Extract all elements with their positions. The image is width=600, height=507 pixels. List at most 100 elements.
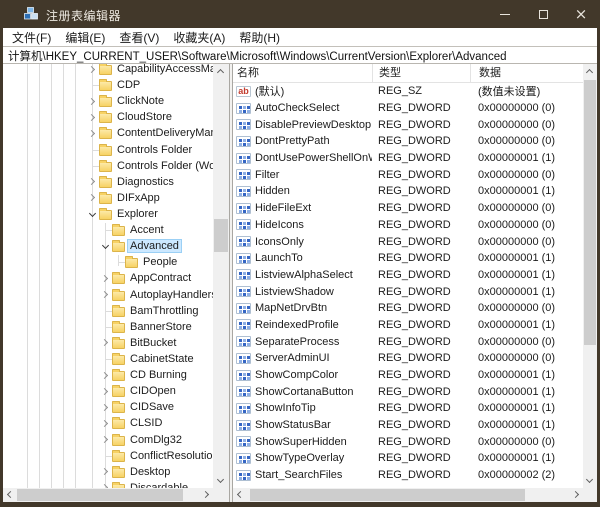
tree-item-comdlg32[interactable]: ComDlg32 xyxy=(3,432,213,448)
tree-item-advanced[interactable]: Advanced xyxy=(3,238,213,254)
registry-value-row-showsuperhidden[interactable]: ShowSuperHiddenREG_DWORD0x00000000 (0) xyxy=(233,433,583,450)
chevron-right-icon[interactable] xyxy=(86,95,99,108)
tree-item-controls-folder-wo[interactable]: Controls Folder (Wo xyxy=(3,158,213,174)
column-header-name[interactable]: 名称 xyxy=(233,64,372,82)
menu-favorites[interactable]: 收藏夹(A) xyxy=(166,28,232,46)
chevron-right-icon[interactable] xyxy=(86,64,99,76)
menubar: 文件(F) 编辑(E) 查看(V) 收藏夹(A) 帮助(H) xyxy=(3,28,597,47)
column-header-data[interactable]: 数据 xyxy=(470,64,583,82)
tree-panel: CapabilityAccessManCDPClickNote CloudStor… xyxy=(3,64,229,502)
registry-value-row-launchto[interactable]: LaunchToREG_DWORD0x00000001 (1) xyxy=(233,250,583,267)
tree-item-discardable[interactable]: Discardable xyxy=(3,480,213,488)
maximize-button[interactable] xyxy=(524,0,562,28)
tree-vscroll-thumb[interactable] xyxy=(214,219,228,252)
value-type: REG_DWORD xyxy=(372,169,470,181)
tree-item-accent[interactable]: Accent xyxy=(3,222,213,238)
registry-value-row-listviewshadow[interactable]: ListviewShadowREG_DWORD0x00000001 (1) xyxy=(233,283,583,300)
registry-value-row-filter[interactable]: FilterREG_DWORD0x00000000 (0) xyxy=(233,166,583,183)
registry-value-row-iconsonly[interactable]: IconsOnlyREG_DWORD0x00000000 (0) xyxy=(233,233,583,250)
chevron-right-icon[interactable] xyxy=(99,401,112,414)
tree-item-cdp[interactable]: CDP xyxy=(3,77,213,93)
registry-value-row-mapnetdrvbtn[interactable]: MapNetDrvBtnREG_DWORD0x00000000 (0) xyxy=(233,300,583,317)
chevron-right-icon[interactable] xyxy=(99,272,112,285)
tree-connector xyxy=(99,320,112,333)
registry-value-row-autocheckselect[interactable]: AutoCheckSelectREG_DWORD0x00000000 (0) xyxy=(233,100,583,117)
tree-item-difxapp[interactable]: DIFxApp xyxy=(3,190,213,206)
registry-value-row-showtypeoverlay[interactable]: ShowTypeOverlayREG_DWORD0x00000001 (1) xyxy=(233,450,583,467)
chevron-right-icon[interactable] xyxy=(99,417,112,430)
tree-item-cidopen[interactable]: CIDOpen xyxy=(3,383,213,399)
chevron-down-icon[interactable] xyxy=(86,208,99,221)
chevron-right-icon[interactable] xyxy=(86,127,99,140)
registry-value-row-showstatusbar[interactable]: ShowStatusBarREG_DWORD0x00000001 (1) xyxy=(233,417,583,434)
chevron-right-icon[interactable] xyxy=(99,433,112,446)
list-hscroll-thumb[interactable] xyxy=(250,489,525,501)
registry-value-row-showinfotip[interactable]: ShowInfoTipREG_DWORD0x00000001 (1) xyxy=(233,400,583,417)
registry-value-row-showcompcolor[interactable]: ShowCompColorREG_DWORD0x00000001 (1) xyxy=(233,367,583,384)
tree-item-capabilityaccessman[interactable]: CapabilityAccessMan xyxy=(3,64,213,77)
minimize-button[interactable] xyxy=(486,0,524,28)
registry-value-row-hidden[interactable]: HiddenREG_DWORD0x00000001 (1) xyxy=(233,183,583,200)
registry-value-row-hidefileext[interactable]: HideFileExtREG_DWORD0x00000000 (0) xyxy=(233,200,583,217)
tree-vertical-scrollbar[interactable] xyxy=(213,64,229,488)
registry-path-input[interactable] xyxy=(3,48,597,64)
chevron-right-icon[interactable] xyxy=(99,336,112,349)
tree-item-cidsave[interactable]: CIDSave xyxy=(3,399,213,415)
tree-item-contentdeliveryman[interactable]: ContentDeliveryMan xyxy=(3,125,213,141)
tree-item-bamthrottling[interactable]: BamThrottling xyxy=(3,303,213,319)
folder-icon xyxy=(112,339,125,349)
registry-value-row-listviewalphaselect[interactable]: ListviewAlphaSelectREG_DWORD0x00000001 (… xyxy=(233,267,583,284)
menu-file[interactable]: 文件(F) xyxy=(5,28,58,46)
tree-item-explorer[interactable]: Explorer xyxy=(3,206,213,222)
chevron-right-icon[interactable] xyxy=(86,111,99,124)
chevron-down-icon[interactable] xyxy=(99,240,112,253)
chevron-right-icon[interactable] xyxy=(86,191,99,204)
tree-item-clsid[interactable]: CLSID xyxy=(3,415,213,431)
tree-item-bitbucket[interactable]: BitBucket xyxy=(3,335,213,351)
chevron-right-icon[interactable] xyxy=(99,385,112,398)
registry-value-row-hideicons[interactable]: HideIconsREG_DWORD0x00000000 (0) xyxy=(233,217,583,234)
chevron-right-icon[interactable] xyxy=(86,175,99,188)
tree-item-cabinetstate[interactable]: CabinetState xyxy=(3,351,213,367)
chevron-right-icon[interactable] xyxy=(99,288,112,301)
registry-value-row-showcortanabutton[interactable]: ShowCortanaButtonREG_DWORD0x00000001 (1) xyxy=(233,383,583,400)
registry-value-row-separateprocess[interactable]: SeparateProcessREG_DWORD0x00000000 (0) xyxy=(233,333,583,350)
registry-value-row-serveradminui[interactable]: ServerAdminUIREG_DWORD0x00000000 (0) xyxy=(233,350,583,367)
tree-item-people[interactable]: People xyxy=(3,254,213,270)
dword-value-icon xyxy=(236,370,251,381)
column-header-type[interactable]: 类型 xyxy=(372,64,470,82)
registry-value-row-dontprettypath[interactable]: DontPrettyPathREG_DWORD0x00000000 (0) xyxy=(233,133,583,150)
list-horizontal-scrollbar[interactable] xyxy=(233,488,583,502)
registry-value-row-disablepreviewdesktop[interactable]: DisablePreviewDesktopREG_DWORD0x00000000… xyxy=(233,116,583,133)
tree-item-autoplayhandlers[interactable]: AutoplayHandlers xyxy=(3,287,213,303)
tree-item-controls-folder[interactable]: Controls Folder xyxy=(3,142,213,158)
menu-edit[interactable]: 编辑(E) xyxy=(58,28,112,46)
chevron-right-icon[interactable] xyxy=(99,369,112,382)
tree-horizontal-scrollbar[interactable] xyxy=(3,488,213,502)
tree-item-label: CloudStore xyxy=(115,111,174,123)
tree-item-bannerstore[interactable]: BannerStore xyxy=(3,319,213,335)
registry-value-row-start-searchfiles[interactable]: Start_SearchFilesREG_DWORD0x00000002 (2) xyxy=(233,467,583,484)
tree-item-appcontract[interactable]: AppContract xyxy=(3,270,213,286)
close-button[interactable]: × xyxy=(562,0,600,28)
tree-item-cloudstore[interactable]: CloudStore xyxy=(3,109,213,125)
tree-item-clicknote[interactable]: ClickNote xyxy=(3,93,213,109)
list-vscroll-thumb[interactable] xyxy=(584,80,596,345)
tree-item-diagnostics[interactable]: Diagnostics xyxy=(3,174,213,190)
value-data: 0x00000000 (0) xyxy=(470,102,583,114)
chevron-right-icon[interactable] xyxy=(99,465,112,478)
value-data: 0x00000000 (0) xyxy=(470,119,583,131)
tree-item-conflictresolution[interactable]: ConflictResolution xyxy=(3,448,213,464)
menu-view[interactable]: 查看(V) xyxy=(112,28,166,46)
tree-hscroll-thumb[interactable] xyxy=(17,489,183,501)
registry-value-row-reindexedprofile[interactable]: ReindexedProfileREG_DWORD0x00000001 (1) xyxy=(233,317,583,334)
registry-value-row-[interactable]: ab(默认)REG_SZ(数值未设置) xyxy=(233,83,583,100)
registry-value-row-dontusepowershellonwinx[interactable]: DontUsePowerShellOnWinXREG_DWORD0x000000… xyxy=(233,150,583,167)
chevron-right-icon[interactable] xyxy=(99,481,112,488)
menu-help[interactable]: 帮助(H) xyxy=(232,28,287,46)
tree-item-desktop[interactable]: Desktop xyxy=(3,464,213,480)
tree-item-cd-burning[interactable]: CD Burning xyxy=(3,367,213,383)
value-name-cell: ShowCompColor xyxy=(233,369,372,381)
list-vertical-scrollbar[interactable] xyxy=(583,64,597,488)
folder-icon xyxy=(112,323,125,333)
